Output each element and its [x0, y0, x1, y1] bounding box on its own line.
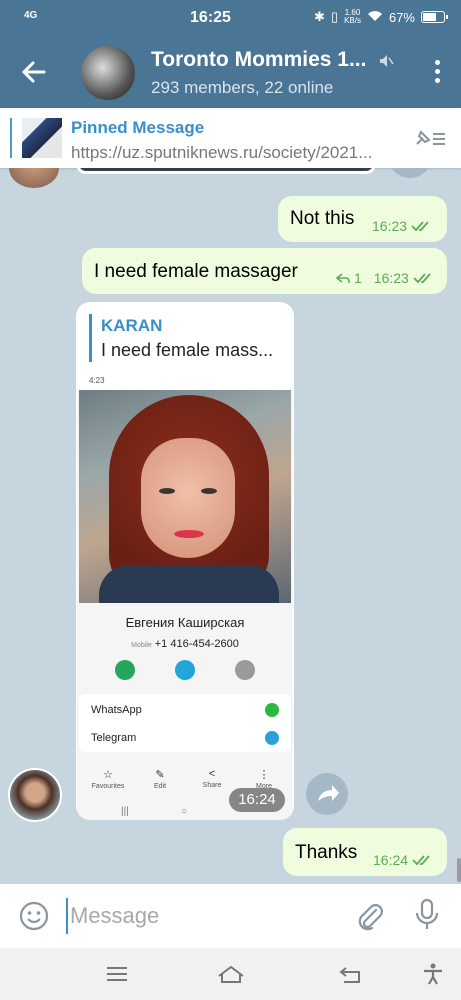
contact-name: Евгения Каширская [125, 615, 245, 630]
system-nav-bar [0, 948, 461, 1000]
read-check-icon [411, 221, 429, 232]
message-text: Thanks [295, 842, 358, 863]
pinned-title: Pinned Message [71, 118, 205, 137]
chat-subtitle: 293 members, 22 online [151, 78, 334, 97]
message-time: 16:24 [373, 852, 409, 868]
reply-preview[interactable]: I need female mass... [101, 340, 286, 361]
message-meta: 16:23 [372, 218, 433, 234]
pinned-text: https://uz.sputniknews.ru/society/2021..… [71, 143, 373, 162]
accessibility-icon[interactable] [420, 962, 446, 986]
wifi-icon [367, 10, 383, 25]
pinned-message-bar[interactable]: Pinned Message https://uz.sputniknews.ru… [0, 108, 461, 168]
image-attachment[interactable]: 4:23 Евгения Каширская Mobile +1 416-454-… [77, 370, 293, 820]
reply-count: 1 [354, 270, 362, 286]
share-button[interactable] [388, 168, 432, 178]
pinned-indicator [10, 118, 12, 158]
contact-photo [79, 390, 291, 603]
message-text: I need female massager [94, 261, 298, 282]
message-bubble[interactable] [76, 168, 376, 174]
more-vert-icon[interactable] [435, 60, 441, 84]
pin-list-icon[interactable] [413, 126, 447, 150]
back-arrow-icon[interactable] [20, 58, 48, 86]
message-time: 16:23 [373, 270, 409, 286]
reply-indicator [89, 314, 92, 362]
battery-icon [421, 11, 448, 23]
reply-icon [336, 273, 350, 283]
message-text: Not this [290, 208, 355, 229]
chat-title[interactable]: Toronto Mommies 1... [151, 48, 366, 72]
back-icon[interactable] [338, 962, 364, 986]
forward-icon [318, 785, 339, 801]
telegram-icon [265, 731, 279, 745]
video-icon [235, 660, 255, 680]
menu-icon[interactable] [104, 962, 130, 986]
outgoing-message[interactable]: Thanks 16:24 [283, 828, 447, 876]
share-button[interactable] [306, 773, 348, 815]
whatsapp-icon [265, 703, 279, 717]
avatar[interactable] [9, 168, 59, 188]
message-meta: 1 16:23 [336, 270, 435, 286]
paperclip-icon[interactable] [356, 900, 384, 932]
outgoing-message[interactable]: Not this 16:23 [278, 196, 447, 242]
bluetooth-icon: ✱ [314, 9, 325, 24]
message-list[interactable]: Not this 16:23 I need female massager 1 … [0, 168, 461, 884]
group-avatar[interactable] [81, 46, 135, 100]
status-icons: ✱ ▯ 1.60 KB/s 67% [314, 8, 448, 25]
read-check-icon [412, 855, 430, 866]
vibrate-icon: ▯ [330, 9, 339, 24]
call-icon [115, 660, 135, 680]
status-bar: 4G 16:25 ✱ ▯ 1.60 KB/s 67% [0, 0, 461, 36]
microphone-icon[interactable] [414, 898, 440, 932]
message-composer [0, 884, 461, 948]
contact-phone: Mobile +1 416-454-2600 [131, 638, 239, 650]
message-meta: 16:24 [373, 852, 434, 868]
screenshot-status-bar: 4:23 [77, 370, 293, 390]
mute-icon [380, 55, 394, 67]
incoming-message[interactable]: KARAN I need female mass... 4:23 Евгения… [76, 302, 294, 820]
avatar[interactable] [8, 768, 62, 822]
message-time: 16:23 [372, 218, 408, 234]
emoji-icon[interactable] [18, 900, 50, 932]
battery-percent: 67% [388, 9, 415, 25]
home-icon[interactable] [216, 962, 246, 986]
chat-header: Toronto Mommies 1... 293 members, 22 onl… [0, 36, 461, 108]
linked-apps: WhatsApp Telegram [79, 694, 291, 752]
outgoing-message[interactable]: I need female massager 1 16:23 [82, 248, 447, 294]
pinned-thumbnail [22, 118, 62, 158]
message-input[interactable] [66, 898, 326, 934]
scrollbar[interactable] [457, 858, 461, 882]
message-time: 16:24 [229, 788, 285, 812]
reply-author[interactable]: KARAN [101, 316, 162, 336]
read-check-icon [413, 273, 431, 284]
message-icon [175, 660, 195, 680]
net-speed: 1.60 KB/s [344, 8, 361, 25]
